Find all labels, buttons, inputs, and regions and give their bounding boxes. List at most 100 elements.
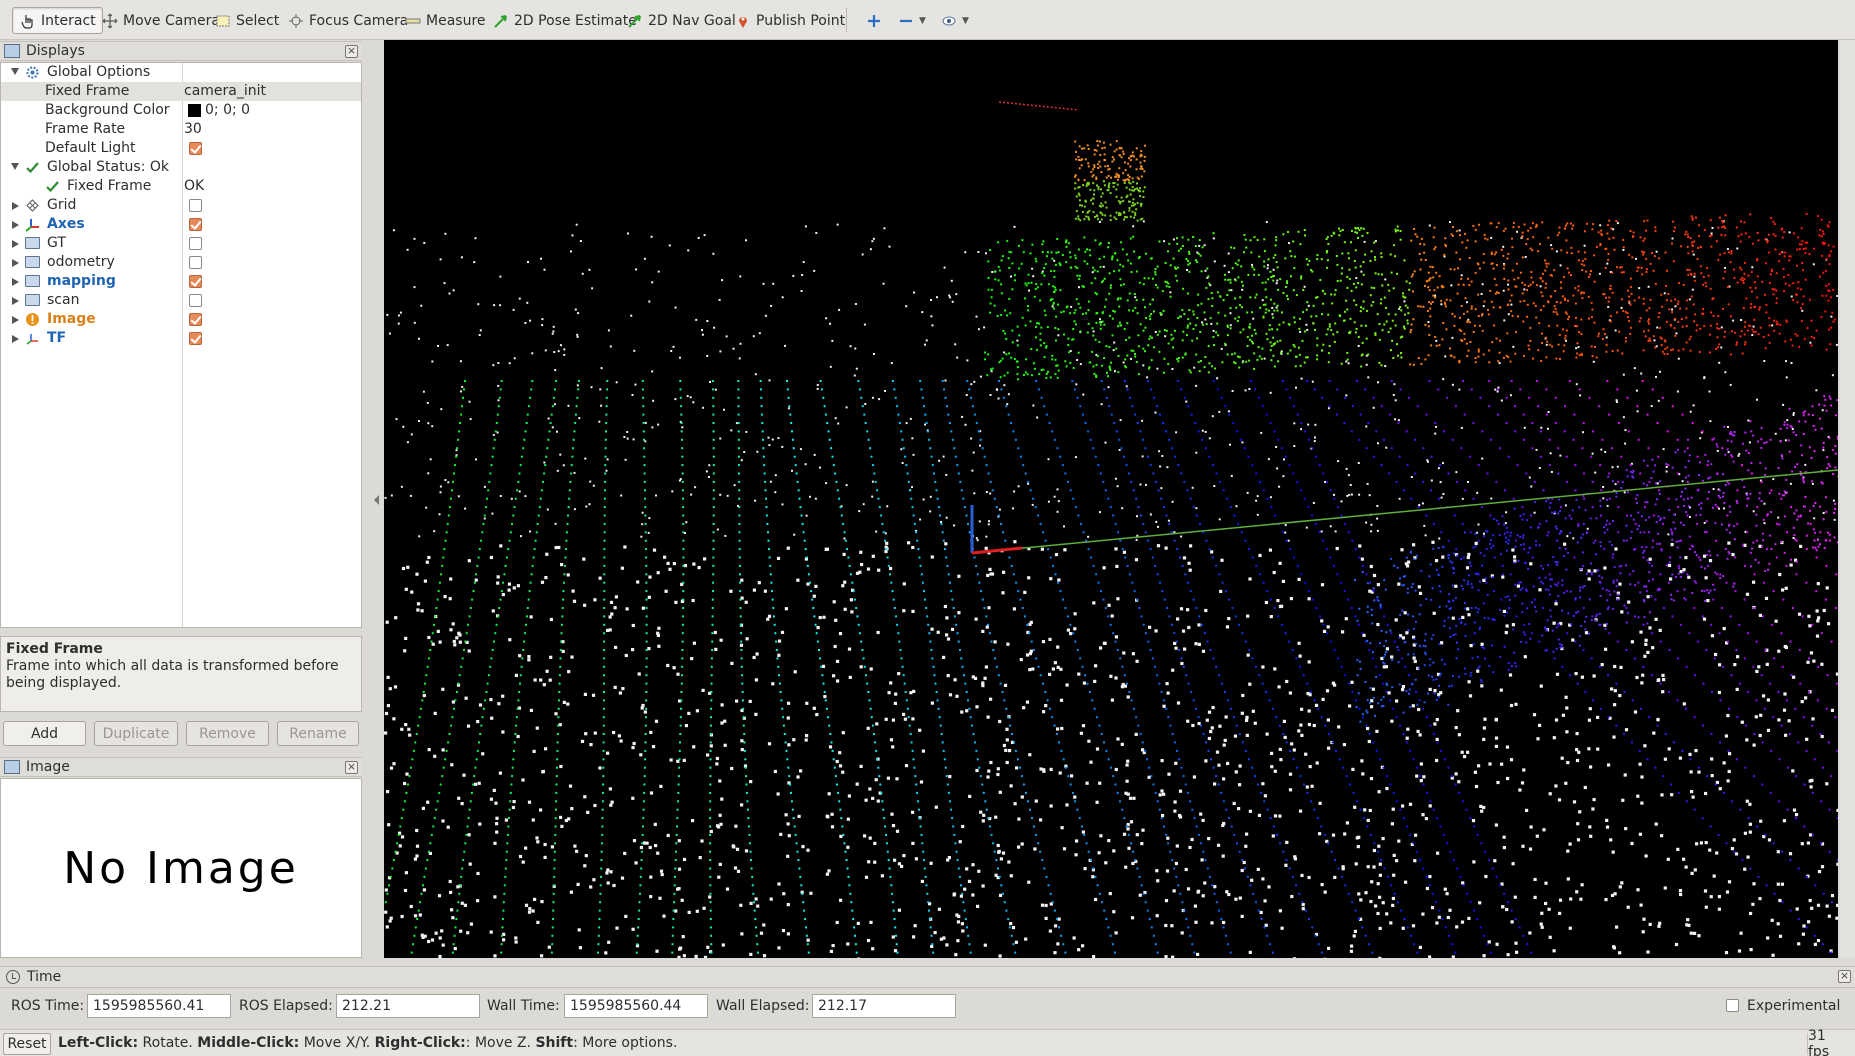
add-button[interactable]: Add	[3, 721, 86, 746]
viewport-side-strip	[1840, 40, 1855, 958]
close-icon[interactable]: ×	[345, 761, 358, 774]
hint-text: Rotate.	[138, 1035, 198, 1051]
color-swatch[interactable]	[188, 104, 201, 117]
axes-icon	[25, 217, 40, 232]
ros-elapsed-field[interactable]	[336, 994, 480, 1018]
tree-row-grid[interactable]: Grid	[1, 196, 361, 215]
nav-goal-tool-button[interactable]: 2D Nav Goal	[620, 7, 742, 34]
wall-time-field[interactable]	[564, 994, 708, 1018]
tree-row-fixed-frame[interactable]: Fixed Frame camera_init	[1, 82, 361, 101]
tree-row-odometry[interactable]: odometry	[1, 253, 361, 272]
scan-checkbox[interactable]	[189, 294, 202, 307]
experimental-checkbox[interactable]	[1726, 999, 1739, 1012]
expand-arrow-icon[interactable]	[11, 163, 19, 170]
duplicate-button[interactable]: Duplicate	[94, 721, 178, 746]
fixed-frame-value[interactable]: camera_init	[184, 83, 266, 99]
mapping-checkbox[interactable]	[189, 275, 202, 288]
tree-row-frame-rate[interactable]: Frame Rate 30	[1, 120, 361, 139]
time-panel-header: Time ×	[0, 966, 1855, 988]
measure-tool-button[interactable]: Measure	[398, 7, 492, 34]
tree-row-tf[interactable]: TF	[1, 329, 361, 348]
default-light-checkbox[interactable]	[189, 142, 202, 155]
background-color-value[interactable]: 0; 0; 0	[205, 102, 250, 118]
grid-checkbox[interactable]	[189, 199, 202, 212]
status-value: OK	[184, 178, 205, 194]
odometry-checkbox[interactable]	[189, 256, 202, 269]
green-arrow-icon	[626, 12, 644, 30]
expand-arrow-icon[interactable]	[12, 335, 19, 343]
expand-arrow-icon[interactable]	[11, 68, 19, 75]
folder-icon	[25, 275, 40, 287]
frame-rate-value[interactable]: 30	[184, 121, 202, 137]
gt-checkbox[interactable]	[189, 237, 202, 250]
grid-icon	[25, 198, 40, 213]
tree-row-global-status[interactable]: Global Status: Ok	[1, 158, 361, 177]
wall-elapsed-field[interactable]	[812, 994, 956, 1018]
add-tool-button[interactable]	[859, 7, 893, 34]
tree-row-label: odometry	[47, 254, 115, 270]
rename-button[interactable]: Rename	[277, 721, 359, 746]
tree-row-label: Fixed Frame	[67, 178, 152, 194]
chevron-down-icon: ▼	[962, 15, 969, 26]
no-image-text: No Image	[63, 842, 299, 894]
tree-row-axes[interactable]: Axes	[1, 215, 361, 234]
measure-label: Measure	[426, 12, 486, 29]
3d-render-viewport[interactable]	[384, 40, 1838, 958]
view-options-button[interactable]: ▼	[934, 7, 975, 34]
tree-row-default-light[interactable]: Default Light	[1, 139, 361, 158]
tree-row-global-options[interactable]: Global Options	[1, 63, 361, 82]
focus-camera-tool-button[interactable]: Focus Camera	[281, 7, 414, 34]
image-panel-title: Image	[26, 759, 70, 775]
ros-elapsed-label: ROS Elapsed:	[239, 998, 333, 1014]
close-icon[interactable]: ×	[1838, 970, 1851, 983]
displays-tree[interactable]: Global Options Fixed Frame camera_init B…	[0, 62, 362, 628]
hint-right-click: Right-Click:	[374, 1035, 466, 1051]
move-camera-tool-button[interactable]: Move Camera	[95, 7, 226, 34]
tree-row-label: Axes	[47, 216, 85, 232]
expand-arrow-icon[interactable]	[12, 202, 19, 210]
image-checkbox[interactable]	[189, 313, 202, 326]
plus-icon	[865, 12, 883, 30]
tree-row-status-fixed-frame[interactable]: Fixed Frame OK	[1, 177, 361, 196]
add-button-label: Add	[30, 725, 59, 742]
remove-button[interactable]: Remove	[186, 721, 269, 746]
expand-arrow-icon[interactable]	[12, 221, 19, 229]
close-icon[interactable]: ×	[345, 45, 358, 58]
expand-arrow-icon[interactable]	[12, 278, 19, 286]
select-tool-button[interactable]: Select	[208, 7, 285, 34]
clock-icon	[6, 970, 20, 984]
folder-icon	[25, 256, 40, 268]
eye-icon	[940, 12, 958, 30]
pose-estimate-label: 2D Pose Estimate	[514, 12, 637, 29]
move-arrows-icon	[101, 12, 119, 30]
reset-button[interactable]: Reset	[3, 1033, 51, 1055]
expand-arrow-icon[interactable]	[12, 259, 19, 267]
tree-row-scan[interactable]: scan	[1, 291, 361, 310]
expand-arrow-icon[interactable]	[12, 316, 19, 324]
fps-label: 31 fps	[1808, 1028, 1830, 1056]
tree-row-background-color[interactable]: Background Color 0; 0; 0	[1, 101, 361, 120]
interact-tool-button[interactable]: Interact	[12, 7, 103, 34]
description-text: Frame into which all data is transformed…	[6, 658, 339, 691]
duplicate-button-label: Duplicate	[102, 725, 170, 742]
axes-checkbox[interactable]	[189, 218, 202, 231]
gear-icon	[25, 65, 40, 80]
tree-row-gt[interactable]: GT	[1, 234, 361, 253]
expand-arrow-icon[interactable]	[12, 240, 19, 248]
publish-point-tool-button[interactable]: Publish Point	[728, 7, 851, 34]
expand-arrow-icon[interactable]	[12, 297, 19, 305]
tree-row-mapping[interactable]: mapping	[1, 272, 361, 291]
tf-checkbox[interactable]	[189, 332, 202, 345]
ros-time-field[interactable]	[87, 994, 231, 1018]
tree-row-image[interactable]: Image	[1, 310, 361, 329]
remove-tool-button[interactable]: ▼	[891, 7, 932, 34]
tree-row-label: scan	[47, 292, 80, 308]
hint-text: : Move Z.	[465, 1035, 536, 1051]
image-icon	[4, 760, 20, 774]
tree-row-label: Global Status: Ok	[47, 159, 170, 175]
reset-label: Reset	[7, 1036, 47, 1052]
toolbar: Interact Move Camera Select Focus Camera…	[0, 0, 1855, 40]
chevron-down-icon: ▼	[919, 15, 926, 26]
tree-row-label: GT	[47, 235, 66, 251]
collapse-handle-icon[interactable]	[374, 495, 379, 505]
